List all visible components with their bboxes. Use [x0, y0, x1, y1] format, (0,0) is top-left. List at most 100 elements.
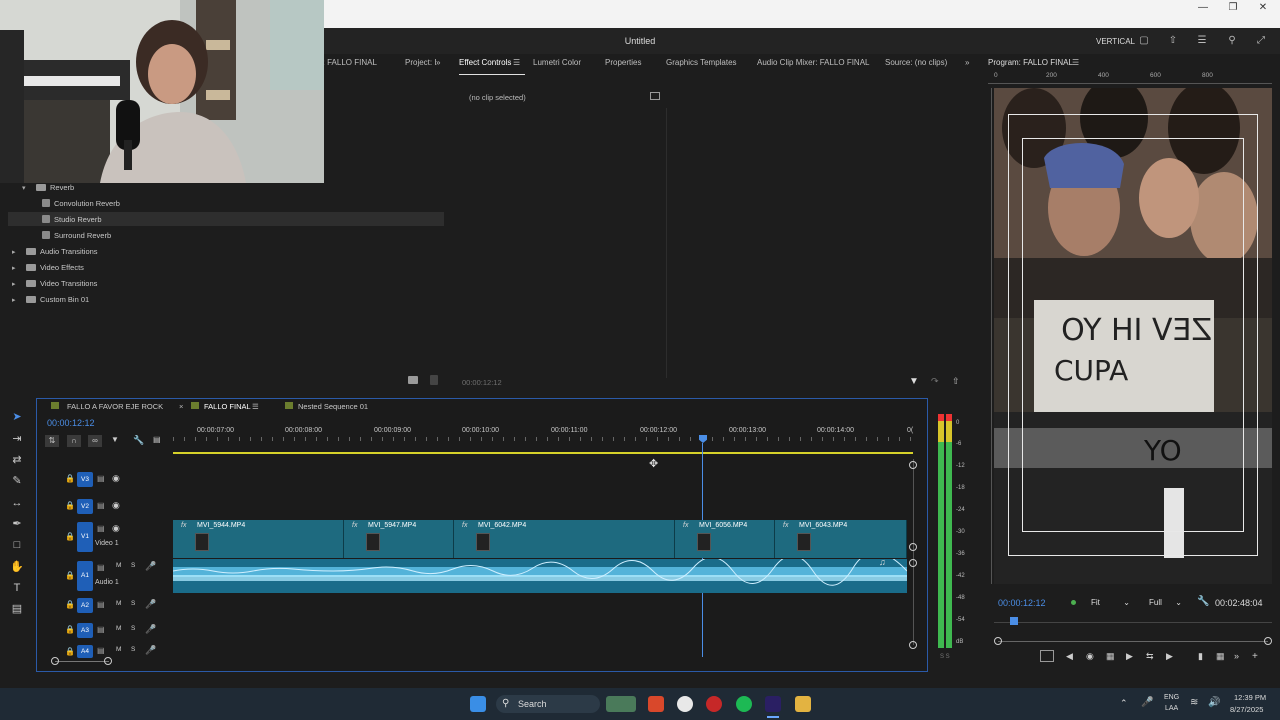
eye-icon[interactable]: ◉ — [112, 523, 120, 534]
clock-time[interactable]: 12:39 PM — [1234, 693, 1266, 702]
tab-effect-controls[interactable]: Effect Controls — [459, 58, 511, 67]
chatgpt-icon[interactable] — [677, 696, 693, 712]
lock-icon[interactable]: 🔒 — [65, 501, 75, 510]
nest-icon[interactable]: ⇅ — [45, 435, 59, 447]
sync-icon[interactable]: ▤ — [97, 600, 105, 609]
solo-button[interactable]: S — [131, 600, 135, 607]
language-code[interactable]: ENG — [1164, 694, 1179, 701]
clip-mvi-6042[interactable]: fx MVI_6042.MP4 — [454, 520, 675, 558]
multicam-icon[interactable]: ▦ — [1106, 651, 1115, 662]
panel-menu-icon[interactable]: ☰ — [513, 58, 520, 67]
step-back-icon[interactable]: ◀ — [1066, 651, 1073, 662]
track-target-v2[interactable]: V2 — [77, 499, 93, 514]
fullscreen-icon[interactable]: ⤢ — [1255, 35, 1267, 47]
lock-icon[interactable]: 🔒 — [65, 600, 75, 609]
panel-overflow-icon[interactable]: » — [436, 58, 440, 67]
timeline-timecode[interactable]: 00:00:12:12 — [47, 418, 95, 428]
new-bin-icon[interactable] — [408, 376, 418, 384]
sync-icon[interactable]: ▤ — [97, 501, 105, 510]
search-icon[interactable]: ⚲ — [1226, 35, 1238, 47]
mute-button[interactable]: M — [116, 600, 121, 607]
horizontal-zoom-bar[interactable] — [55, 661, 109, 662]
expand-icon[interactable] — [650, 92, 660, 100]
volume-icon[interactable]: 🔊 — [1208, 697, 1220, 708]
tab-nested-sequence[interactable]: Nested Sequence 01 — [298, 402, 368, 411]
overflow-icon[interactable]: » — [1234, 651, 1239, 661]
audio-1-clip[interactable]: ♫ — [172, 551, 908, 593]
tree-folder-video-transitions[interactable]: ▸ Video Transitions — [12, 279, 97, 288]
mini-playhead[interactable] — [1010, 617, 1018, 625]
zoom-handle-right[interactable] — [104, 657, 112, 665]
quality-dropdown[interactable]: Full ⌄ — [1146, 596, 1186, 610]
captions-icon[interactable]: ▤ — [153, 435, 161, 444]
wrench-icon[interactable]: 🔧 — [133, 435, 144, 446]
tab-source[interactable]: Source: (no clips) — [885, 58, 947, 67]
trash-icon[interactable] — [430, 375, 438, 385]
start-icon[interactable] — [470, 696, 486, 712]
sync-icon[interactable]: ▤ — [97, 563, 105, 572]
microphone-icon[interactable]: 🎤 — [1141, 697, 1153, 708]
tab-audio-clip-mixer[interactable]: Audio Clip Mixer: FALLO FINAL — [757, 58, 869, 67]
tab-effects[interactable]: r: FALLO FINAL — [320, 58, 377, 67]
slip-icon[interactable]: ↔ — [10, 496, 24, 510]
tab-project[interactable]: Project: I — [405, 58, 437, 67]
tab-sequence-eje-rock[interactable]: FALLO A FAVOR EJE ROCK — [67, 402, 163, 411]
export-icon[interactable]: ↷ — [931, 376, 939, 387]
caption-icon[interactable]: ▤ — [10, 602, 24, 616]
scroll-handle-top[interactable] — [909, 461, 917, 469]
panel-icon[interactable]: ▢ — [1138, 35, 1150, 47]
add-icon[interactable]: + — [1252, 651, 1258, 662]
panel-menu-icon[interactable]: ☰ — [252, 402, 259, 411]
premiere-pro-icon[interactable] — [765, 696, 781, 712]
scroll-handle-video[interactable] — [909, 543, 917, 551]
mute-button[interactable]: M — [116, 625, 121, 632]
tree-effect-surround-reverb[interactable]: Surround Reverb — [42, 231, 111, 240]
tab-properties[interactable]: Properties — [605, 58, 641, 67]
play-icon[interactable]: ▶ — [1126, 651, 1133, 662]
video-frame[interactable]: ZEV IH YO CUPA YO — [994, 88, 1272, 584]
filter-icon[interactable]: ▼ — [909, 376, 919, 387]
close-icon[interactable]: ✕ — [1248, 0, 1278, 16]
track-target-a3[interactable]: A3 — [77, 623, 93, 638]
tree-folder-video-effects[interactable]: ▸ Video Effects — [12, 263, 84, 272]
file-explorer-icon[interactable] — [795, 696, 811, 712]
rectangle-icon[interactable]: □ — [10, 538, 24, 552]
clip-mvi-5944[interactable]: fx MVI_5944.MP4 — [173, 520, 344, 558]
scroll-handle-audio[interactable] — [909, 559, 917, 567]
track-select-icon[interactable]: ⇥ — [10, 432, 24, 446]
step-forward-icon[interactable]: ▶ — [1166, 651, 1173, 662]
mute-button[interactable]: M — [116, 562, 121, 569]
overwrite-icon[interactable]: ▦ — [1216, 651, 1225, 662]
track-target-a1[interactable]: A1 — [77, 561, 93, 591]
tree-effect-convolution-reverb[interactable]: Convolution Reverb — [42, 199, 120, 208]
track-target-a4[interactable]: A4 — [77, 645, 93, 658]
taskbar-search[interactable]: ⚲ Search — [496, 695, 600, 713]
safe-margins-icon[interactable] — [1040, 650, 1054, 662]
close-tab-icon[interactable]: × — [179, 402, 183, 411]
widget-icon[interactable] — [606, 696, 636, 712]
eye-icon[interactable]: ◉ — [112, 500, 120, 511]
scroll-handle-bottom[interactable] — [909, 641, 917, 649]
scroll-handle-left[interactable] — [994, 637, 1002, 645]
scroll-handle-right[interactable] — [1264, 637, 1272, 645]
fit-dropdown[interactable]: Fit ⌄ — [1088, 596, 1134, 610]
zoom-handle-left[interactable] — [51, 657, 59, 665]
tree-folder-audio-transitions[interactable]: ▸ Audio Transitions — [12, 247, 98, 256]
clock-date[interactable]: 8/27/2025 — [1230, 705, 1263, 714]
camera-icon[interactable]: ◉ — [1086, 651, 1094, 662]
track-target-v3[interactable]: V3 — [77, 472, 93, 487]
loop-icon[interactable]: ⇆ — [1146, 651, 1154, 662]
lock-icon[interactable]: 🔒 — [65, 532, 75, 541]
vertical-scrollbar[interactable] — [913, 459, 914, 645]
selection-tool-icon[interactable]: ➤ — [10, 410, 24, 424]
time-ruler[interactable]: 00:00:07:00 00:00:08:00 00:00:09:00 00:0… — [173, 423, 913, 453]
clip-mvi-5947[interactable]: fx MVI_5947.MP4 — [344, 520, 454, 558]
maximize-icon[interactable]: ❐ — [1218, 0, 1248, 16]
tab-graphics-templates[interactable]: Graphics Templates — [666, 58, 737, 67]
wifi-icon[interactable]: ≋ — [1190, 697, 1198, 708]
workspace-label[interactable]: VERTICAL — [1096, 37, 1135, 46]
microphone-icon[interactable]: 🎤 — [145, 645, 156, 656]
chevron-up-icon[interactable]: ⌃ — [1120, 698, 1128, 709]
panel-overflow-icon[interactable]: » — [965, 58, 969, 67]
mute-button[interactable]: M — [116, 646, 121, 653]
